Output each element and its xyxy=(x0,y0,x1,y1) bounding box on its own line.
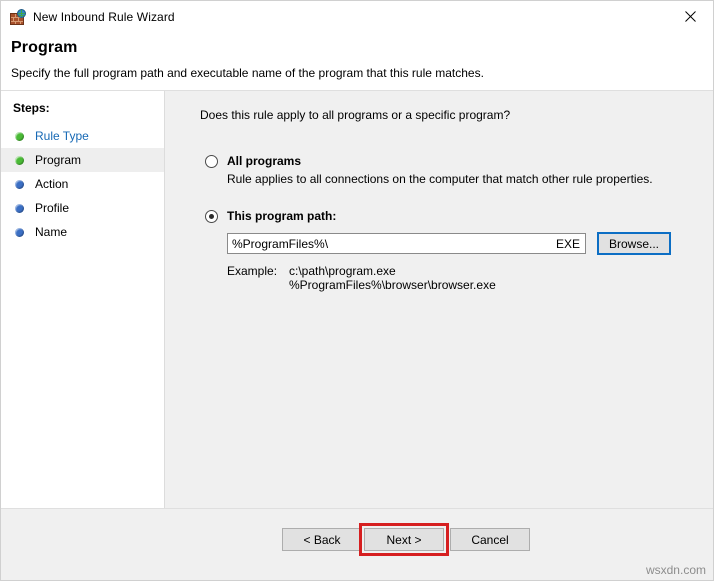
question-text: Does this rule apply to all programs or … xyxy=(200,108,510,122)
steps-heading: Steps: xyxy=(1,99,164,124)
step-bullet-icon xyxy=(15,156,24,165)
close-glyph xyxy=(685,11,696,22)
option-program-path-label: This program path: xyxy=(227,209,336,223)
step-bullet-icon xyxy=(15,180,24,189)
example-values: c:\path\program.exe %ProgramFiles%\brows… xyxy=(289,264,496,292)
wizard-footer: < Back Next > Cancel wsxdn.com xyxy=(1,508,713,580)
window-title: New Inbound Rule Wizard xyxy=(33,10,175,24)
sidebar-item-label: Action xyxy=(35,178,68,190)
watermark: wsxdn.com xyxy=(646,563,706,577)
example-label: Example: xyxy=(227,264,289,292)
program-path-input[interactable]: %ProgramFiles%\ EXE xyxy=(227,233,586,254)
example-line: c:\path\program.exe xyxy=(289,264,496,278)
step-bullet-icon xyxy=(15,228,24,237)
radio-all-programs[interactable] xyxy=(205,155,218,168)
sidebar-item-action[interactable]: Action xyxy=(1,172,164,196)
sidebar-item-program[interactable]: Program xyxy=(1,148,164,172)
option-all-programs-description: Rule applies to all connections on the c… xyxy=(227,172,653,186)
radio-program-path[interactable] xyxy=(205,210,218,223)
wizard-window: New Inbound Rule Wizard Program Specify … xyxy=(0,0,714,581)
sidebar-item-name[interactable]: Name xyxy=(1,220,164,244)
sidebar-item-label: Rule Type xyxy=(35,130,89,142)
sidebar-item-profile[interactable]: Profile xyxy=(1,196,164,220)
step-bullet-icon xyxy=(15,132,24,141)
page-subtitle: Specify the full program path and execut… xyxy=(11,66,713,80)
wizard-body: Steps: Rule Type Program Action Profile … xyxy=(1,91,713,508)
program-path-row: %ProgramFiles%\ EXE Browse... xyxy=(227,232,671,255)
option-all-programs[interactable]: All programs Rule applies to all connect… xyxy=(205,154,653,186)
example-line: %ProgramFiles%\browser\browser.exe xyxy=(289,278,496,292)
title-bar: New Inbound Rule Wizard xyxy=(1,1,713,32)
sidebar-item-label: Name xyxy=(35,226,67,238)
browse-button[interactable]: Browse... xyxy=(597,232,671,255)
next-button[interactable]: Next > xyxy=(364,528,444,551)
firewall-rule-icon xyxy=(10,9,26,25)
cancel-button[interactable]: Cancel xyxy=(450,528,530,551)
back-button[interactable]: < Back xyxy=(282,528,362,551)
steps-sidebar: Steps: Rule Type Program Action Profile … xyxy=(1,91,165,508)
example-block: Example: c:\path\program.exe %ProgramFil… xyxy=(227,264,671,292)
sidebar-item-label: Program xyxy=(35,154,81,166)
option-program-path[interactable]: This program path: %ProgramFiles%\ EXE B… xyxy=(205,209,671,292)
sidebar-item-label: Profile xyxy=(35,202,69,214)
page-header: Program Specify the full program path an… xyxy=(1,32,713,91)
option-all-programs-label: All programs xyxy=(227,154,301,168)
step-bullet-icon xyxy=(15,204,24,213)
main-panel: Does this rule apply to all programs or … xyxy=(165,91,713,508)
program-path-suffix: EXE xyxy=(556,237,580,251)
close-icon[interactable] xyxy=(667,1,713,31)
program-path-value: %ProgramFiles%\ xyxy=(232,237,556,251)
sidebar-item-rule-type[interactable]: Rule Type xyxy=(1,124,164,148)
page-title: Program xyxy=(11,39,713,57)
